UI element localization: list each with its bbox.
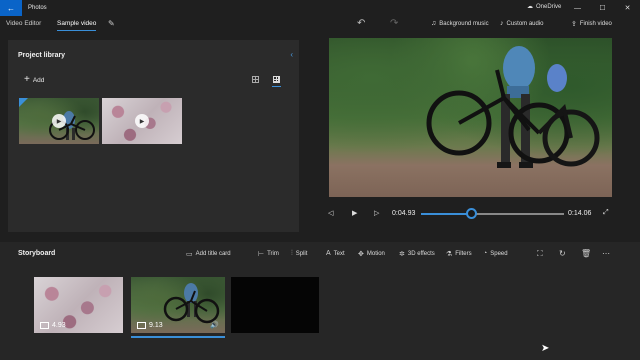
- 3d-effects-button[interactable]: ✲ 3D effects: [399, 250, 435, 258]
- speed-label: Speed: [490, 250, 508, 257]
- next-frame-icon[interactable]: ▷: [374, 209, 379, 217]
- pencil-icon[interactable]: ✎: [108, 19, 115, 28]
- crop-icon[interactable]: ⛶: [537, 249, 543, 259]
- redo-icon[interactable]: ↷: [390, 18, 398, 29]
- filters-label: Filters: [455, 251, 472, 257]
- background-music-button[interactable]: ♫ Background music: [431, 20, 489, 27]
- speed-icon: ◔: [483, 250, 488, 257]
- image-icon: [40, 322, 49, 329]
- text-label: Text: [333, 250, 345, 257]
- grid-small-icon[interactable]: [252, 76, 259, 83]
- rotate-icon[interactable]: ↻: [559, 249, 566, 258]
- clip-duration: 9.13: [137, 322, 163, 329]
- seek-bar-progress: [421, 213, 472, 215]
- filters-button[interactable]: ⚗ Filters: [446, 250, 472, 258]
- split-label: Split: [295, 251, 308, 257]
- grid-large-icon[interactable]: [272, 75, 281, 87]
- custom-audio-icon: ♪: [500, 20, 504, 27]
- speed-button[interactable]: ◔ Speed: [483, 250, 508, 257]
- video-preview[interactable]: [329, 38, 612, 197]
- trim-button[interactable]: ⊢ Trim: [258, 250, 279, 258]
- clip-1-duration: 4.93: [52, 322, 66, 329]
- more-icon[interactable]: ⋯: [602, 249, 610, 258]
- app-title: Photos: [28, 5, 47, 11]
- onedrive-status[interactable]: ☁ OneDrive: [527, 3, 562, 11]
- motion-button[interactable]: ✥ Motion: [358, 250, 385, 258]
- share-icon: ⇪: [571, 21, 577, 28]
- selected-clip-indicator: [131, 336, 225, 338]
- onedrive-label: OneDrive: [536, 3, 562, 10]
- title-bar: ← Photos ☁ OneDrive — ☐ ✕: [0, 0, 640, 16]
- preview-frame-art: [426, 46, 600, 168]
- library-item-blossom[interactable]: ▶: [102, 98, 182, 144]
- back-button[interactable]: ←: [0, 0, 22, 16]
- seek-handle[interactable]: [465, 208, 477, 219]
- video-icon: [137, 322, 146, 329]
- clip-duration: 4.93: [40, 322, 66, 329]
- total-time: 0:14.06: [568, 210, 592, 217]
- play-icon: ▶: [52, 114, 66, 128]
- trim-label: Trim: [267, 251, 279, 257]
- split-button[interactable]: ⫶ Split: [291, 250, 307, 258]
- project-library-panel: Project library ‹ + Add ▶ ▶: [8, 40, 299, 232]
- close-button[interactable]: ✕: [615, 0, 640, 16]
- audio-icon[interactable]: 🔊: [210, 321, 219, 329]
- onedrive-icon: ☁: [527, 4, 533, 10]
- minimize-button[interactable]: —: [565, 0, 590, 16]
- clip-2-duration: 9.13: [149, 322, 163, 329]
- play-icon[interactable]: ▶: [352, 209, 357, 217]
- editor-toolbar: Video Editor Sample video ✎ ↶ ↷ ♫ Backgr…: [0, 16, 640, 36]
- custom-audio-label: Custom audio: [506, 20, 544, 27]
- filters-icon: ⚗: [446, 251, 453, 258]
- breadcrumb-project-name[interactable]: Sample video: [57, 20, 97, 31]
- current-time: 0:04.93: [392, 210, 416, 217]
- motion-label: Motion: [366, 251, 385, 257]
- effects-3d-icon: ✲: [399, 251, 405, 258]
- previous-frame-icon[interactable]: ◁: [328, 209, 333, 217]
- play-icon: ▶: [135, 114, 149, 128]
- 3d-effects-label: 3D effects: [407, 251, 435, 257]
- storyboard-clip-2[interactable]: 9.13 🔊: [131, 277, 225, 333]
- split-icon: ⫶: [291, 250, 293, 257]
- player-controls: ◁ ▶ ▷ 0:04.93 0:14.06 ⤢: [322, 203, 618, 225]
- breadcrumb-video-editor[interactable]: Video Editor: [6, 20, 41, 27]
- title-card-icon: ▭: [186, 251, 193, 258]
- storyboard-clip-1[interactable]: 4.93: [34, 277, 123, 333]
- plus-icon: +: [24, 74, 30, 85]
- motion-icon: ✥: [358, 251, 364, 258]
- undo-icon[interactable]: ↶: [357, 18, 365, 29]
- delete-icon[interactable]: 🗑: [581, 249, 591, 258]
- finish-video-button[interactable]: ⇪ Finish video: [571, 20, 612, 28]
- music-icon: ♫: [431, 20, 437, 27]
- back-arrow-icon: ←: [7, 3, 15, 13]
- add-title-card-label: Add title card: [195, 251, 231, 257]
- finish-video-label: Finish video: [579, 21, 612, 27]
- window-controls: — ☐ ✕: [565, 0, 640, 16]
- text-icon: A: [326, 250, 331, 257]
- selection-corner: [19, 98, 28, 107]
- trim-icon: ⊢: [258, 251, 265, 258]
- add-title-card-button[interactable]: ▭ Add title card: [186, 250, 231, 258]
- project-library-title: Project library: [18, 52, 66, 59]
- custom-audio-button[interactable]: ♪ Custom audio: [500, 20, 544, 27]
- fullscreen-icon[interactable]: ⤢: [603, 209, 609, 217]
- seek-bar[interactable]: [421, 213, 564, 215]
- add-button[interactable]: + Add: [24, 74, 45, 85]
- mouse-cursor: ➤: [541, 343, 550, 354]
- chevron-left-icon[interactable]: ‹: [290, 50, 293, 59]
- add-label: Add: [32, 76, 45, 84]
- library-item-bike[interactable]: ▶: [19, 98, 99, 144]
- storyboard-clip-3[interactable]: [231, 277, 319, 333]
- text-button[interactable]: A Text: [326, 250, 345, 257]
- storyboard-title: Storyboard: [18, 250, 56, 257]
- maximize-button[interactable]: ☐: [590, 0, 615, 16]
- background-music-label: Background music: [439, 20, 489, 27]
